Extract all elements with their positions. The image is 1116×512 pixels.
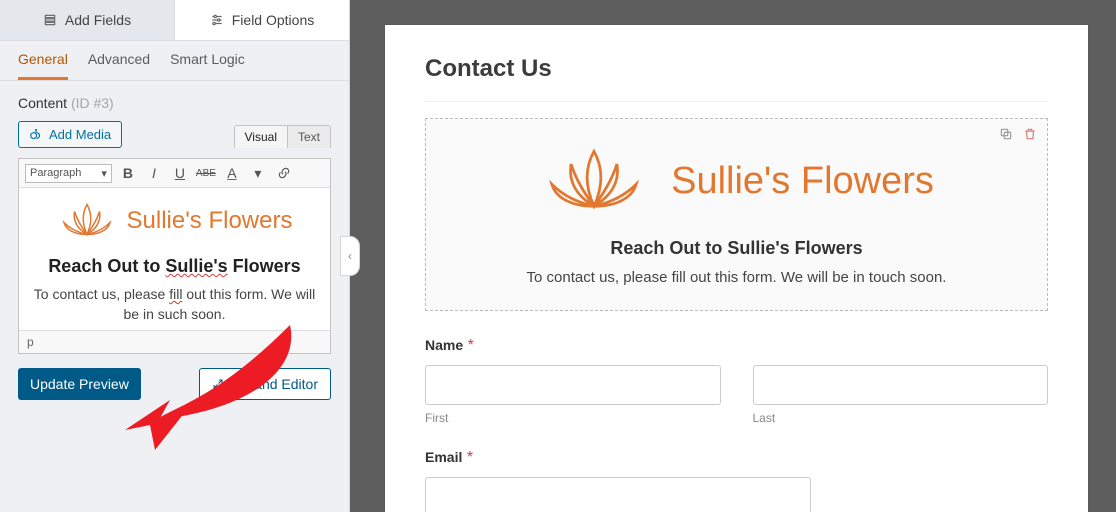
update-preview-button[interactable]: Update Preview xyxy=(18,368,141,400)
tab-add-fields[interactable]: Add Fields xyxy=(0,0,175,40)
tab-label: Add Fields xyxy=(65,12,131,28)
editor-tab-visual[interactable]: Visual xyxy=(234,125,288,148)
content-field-preview[interactable]: Sullie's Flowers Reach Out to Sullie's F… xyxy=(425,118,1048,311)
subtab-advanced[interactable]: Advanced xyxy=(88,51,150,80)
link-icon xyxy=(277,166,291,180)
editor-toolbar: Paragraph ▾ B I U ABE A ▾ xyxy=(19,159,330,188)
expand-editor-button[interactable]: Expand Editor xyxy=(199,368,331,400)
subtab-smart-logic[interactable]: Smart Logic xyxy=(170,51,245,80)
last-name-sublabel: Last xyxy=(753,411,1049,425)
first-name-input[interactable] xyxy=(425,365,721,405)
editor-logo-row: Sullie's Flowers xyxy=(33,198,316,244)
layers-icon xyxy=(43,13,57,27)
lotus-icon xyxy=(57,198,117,244)
email-label: Email xyxy=(425,449,462,465)
add-media-button[interactable]: Add Media xyxy=(18,121,122,148)
collapse-panel-handle[interactable]: ‹ xyxy=(340,236,360,276)
content-label: Content xyxy=(18,95,67,111)
strikethrough-button[interactable]: ABE xyxy=(196,163,216,183)
rich-text-editor: Paragraph ▾ B I U ABE A ▾ S xyxy=(18,158,331,354)
bold-button[interactable]: B xyxy=(118,163,138,183)
editor-paragraph: To contact us, please fill out this form… xyxy=(33,285,316,324)
trash-icon xyxy=(1023,127,1037,141)
field-label-row: Content (ID #3) xyxy=(0,81,349,121)
email-field: Email * xyxy=(425,449,1048,512)
first-name-sublabel: First xyxy=(425,411,721,425)
name-label: Name xyxy=(425,337,463,353)
preview-heading: Reach Out to Sullie's Flowers xyxy=(446,238,1027,259)
sliders-icon xyxy=(210,13,224,27)
duplicate-field-button[interactable] xyxy=(999,127,1013,144)
underline-button[interactable]: U xyxy=(170,163,190,183)
last-name-input[interactable] xyxy=(753,365,1049,405)
format-dropdown[interactable]: Paragraph ▾ xyxy=(25,164,112,183)
expand-editor-label: Expand Editor xyxy=(230,376,318,392)
brand-name: Sullie's Flowers xyxy=(127,207,293,235)
subtab-general[interactable]: General xyxy=(18,51,68,80)
link-button[interactable] xyxy=(274,163,294,183)
panel-sub-tabs: General Advanced Smart Logic xyxy=(0,41,349,81)
media-icon xyxy=(29,128,43,142)
text-color-expand-button[interactable]: ▾ xyxy=(248,163,268,183)
editor-content-area[interactable]: Sullie's Flowers Reach Out to Sullie's F… xyxy=(19,188,330,330)
field-id: (ID #3) xyxy=(71,95,114,111)
chevron-down-icon: ▾ xyxy=(101,167,107,180)
add-media-label: Add Media xyxy=(49,127,111,142)
field-action-bar xyxy=(999,127,1037,144)
email-input[interactable] xyxy=(425,477,811,512)
editor-action-row: Update Preview Expand Editor xyxy=(0,354,349,414)
editor-tab-text[interactable]: Text xyxy=(288,125,331,148)
page-title: Contact Us xyxy=(425,55,1048,102)
tab-label: Field Options xyxy=(232,12,314,28)
expand-icon xyxy=(212,378,224,390)
editor-mode-tabs: Visual Text xyxy=(234,125,331,148)
lotus-icon xyxy=(539,139,649,224)
format-value: Paragraph xyxy=(30,167,81,179)
brand-name: Sullie's Flowers xyxy=(671,160,934,203)
copy-icon xyxy=(999,127,1013,141)
preview-paragraph: To contact us, please fill out this form… xyxy=(446,269,1027,286)
preview-logo-row: Sullie's Flowers xyxy=(446,139,1027,224)
required-marker: * xyxy=(468,337,474,354)
delete-field-button[interactable] xyxy=(1023,127,1037,144)
editor-heading: Reach Out to Sullie's Flowers xyxy=(33,256,316,277)
field-options-panel: Add Fields Field Options General Advance… xyxy=(0,0,350,512)
tab-field-options[interactable]: Field Options xyxy=(175,0,349,40)
name-field: Name * First Last xyxy=(425,337,1048,425)
editor-status-bar[interactable]: p xyxy=(19,330,330,353)
italic-button[interactable]: I xyxy=(144,163,164,183)
text-color-button[interactable]: A xyxy=(222,163,242,183)
panel-main-tabs: Add Fields Field Options xyxy=(0,0,349,41)
required-marker: * xyxy=(467,449,473,466)
form-preview: Contact Us Sullie's Flowers Reach Out to… xyxy=(385,25,1088,512)
